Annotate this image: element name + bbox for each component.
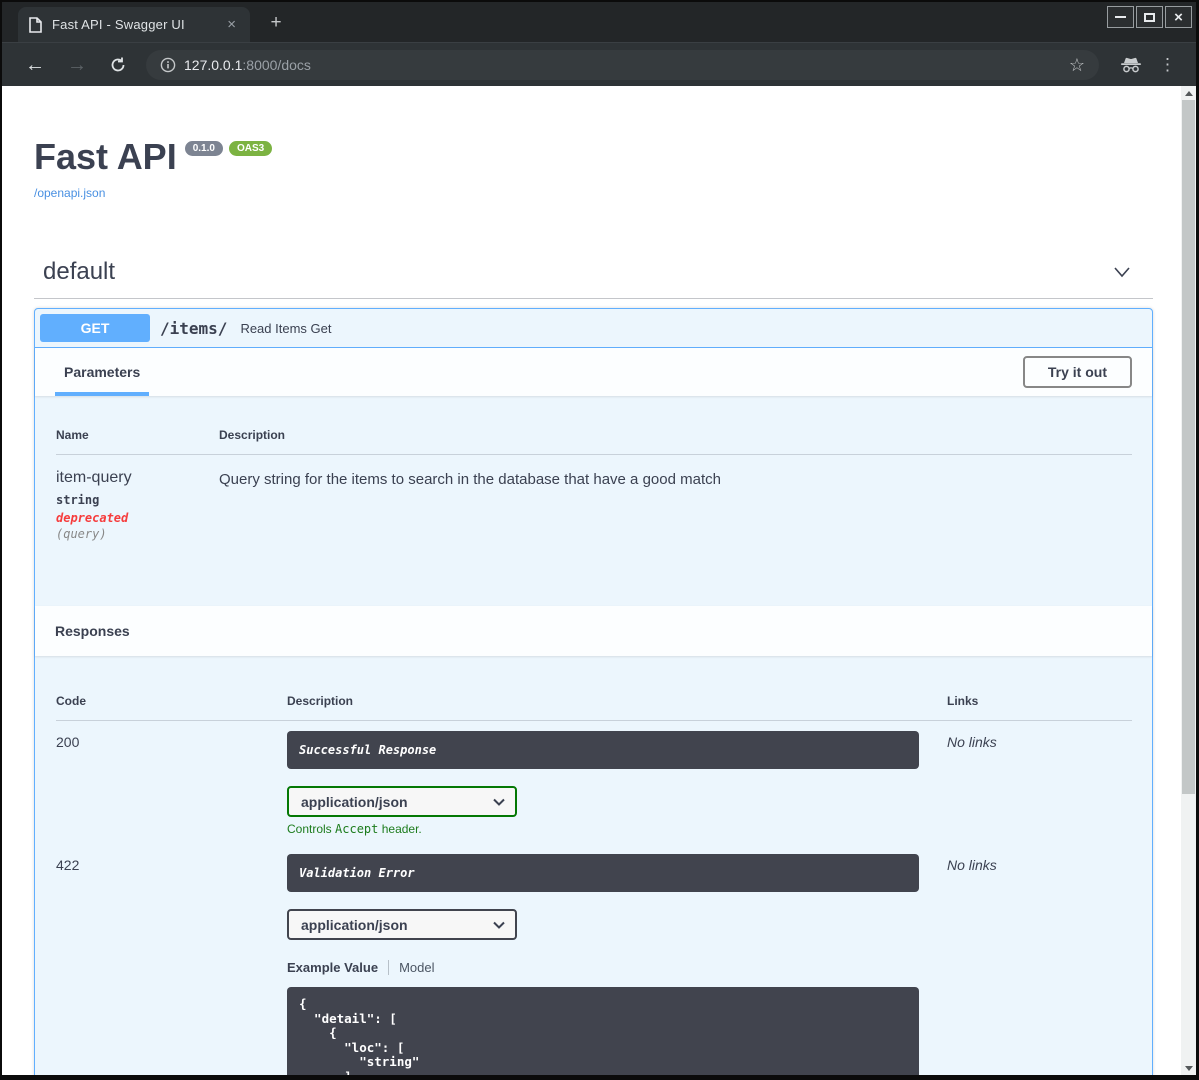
select-chevron-icon — [493, 921, 505, 929]
new-tab-button[interactable]: + — [264, 13, 288, 32]
maximize-icon — [1144, 12, 1155, 22]
operation-description: Read Items Get — [240, 320, 332, 336]
forward-icon[interactable]: → — [67, 55, 87, 75]
operation-block-get-items: GET /items/ Read Items Get Parameters Tr… — [34, 308, 1153, 1075]
col-header-links: Links — [947, 694, 979, 708]
tab-model[interactable]: Model — [399, 960, 434, 975]
operation-path: /items/ — [160, 318, 228, 338]
parameters-title: Parameters — [64, 364, 141, 380]
responses-header: Responses — [35, 606, 1152, 656]
info-icon[interactable] — [160, 57, 176, 73]
swagger-content: Fast API 0.1.0 OAS3 /openapi.json default … — [34, 86, 1153, 1075]
reload-icon[interactable] — [109, 56, 127, 74]
titlebar: Fast API - Swagger UI × + × — [2, 2, 1196, 42]
responses-table: Code Description Links 200 Successful Re… — [35, 656, 1152, 1075]
select-chevron-icon — [493, 798, 505, 806]
menu-kebab-icon[interactable]: ⋮ — [1159, 56, 1176, 73]
response-code: 200 — [56, 734, 80, 750]
parameter-row: item-query string deprecated (query) Que… — [56, 455, 1132, 606]
minimize-icon — [1115, 16, 1126, 18]
response-code: 422 — [56, 857, 80, 873]
page-title: Fast API — [34, 136, 177, 177]
response-links: No links — [947, 857, 997, 873]
browser-window: Fast API - Swagger UI × + × ← → 127.0.0.… — [0, 0, 1199, 1080]
tab-parameters: Parameters — [55, 348, 150, 396]
parameters-table: Name Description item-query string depre… — [35, 396, 1152, 606]
scrollbar-thumb[interactable] — [1182, 100, 1195, 794]
url-host: 127.0.0.1 — [184, 56, 243, 73]
bookmark-star-icon[interactable]: ☆ — [1069, 56, 1085, 74]
response-row-422: 422 Validation Error application/json Ex… — [56, 844, 1132, 1075]
parameter-name: item-query — [56, 469, 132, 486]
example-model-tabs: Example Value Model — [287, 960, 947, 975]
api-info: Fast API 0.1.0 OAS3 /openapi.json — [34, 86, 1153, 200]
tag-title: default — [43, 258, 116, 285]
close-icon: × — [1174, 8, 1183, 26]
url-path: :8000/docs — [242, 56, 311, 73]
accept-header-note: Controls Accept header. — [287, 822, 422, 836]
media-type-select[interactable]: application/json — [287, 786, 517, 817]
chevron-down-icon[interactable] — [1101, 261, 1143, 283]
media-type-select[interactable]: application/json — [287, 909, 517, 940]
parameters-header: Parameters Try it out — [35, 348, 1152, 396]
example-json-code: { "detail": [ { "loc": [ "string" ], "ms… — [287, 987, 919, 1075]
response-description-block: Validation Error — [287, 854, 919, 892]
page-viewport: Fast API 0.1.0 OAS3 /openapi.json default … — [2, 86, 1196, 1075]
scrollbar-down-arrow[interactable] — [1181, 1061, 1196, 1075]
response-description-block: Successful Response — [287, 731, 919, 769]
openapi-spec-link[interactable]: /openapi.json — [34, 186, 1153, 200]
parameter-description: Query string for the items to search in … — [219, 471, 721, 488]
parameter-type: string — [56, 493, 100, 507]
close-window-button[interactable]: × — [1165, 6, 1192, 28]
response-row-200: 200 Successful Response application/json… — [56, 721, 1132, 844]
operation-summary[interactable]: GET /items/ Read Items Get — [35, 309, 1152, 348]
parameter-deprecated-flag: deprecated — [56, 511, 129, 525]
document-icon — [28, 16, 42, 33]
parameter-location: (query) — [56, 527, 107, 541]
col-header-name: Name — [56, 428, 89, 442]
col-header-code: Code — [56, 694, 86, 708]
method-get-button: GET — [40, 314, 150, 342]
page-scrollbar[interactable] — [1181, 86, 1196, 1075]
oas3-badge: OAS3 — [228, 141, 273, 156]
tag-section-header[interactable]: default — [34, 258, 1153, 299]
maximize-button[interactable] — [1136, 6, 1163, 28]
tab-divider — [388, 960, 390, 975]
address-bar[interactable]: 127.0.0.1:8000/docs ☆ — [146, 49, 1099, 80]
browser-toolbar: ← → 127.0.0.1:8000/docs ☆ ⋮ — [2, 42, 1196, 86]
scrollbar-up-arrow[interactable] — [1181, 86, 1196, 100]
tab-close-icon[interactable]: × — [223, 15, 240, 34]
responses-title: Responses — [55, 623, 130, 639]
minimize-button[interactable] — [1107, 6, 1134, 28]
back-icon[interactable]: ← — [25, 55, 45, 75]
tab-example-value[interactable]: Example Value — [287, 960, 378, 975]
tab-title: Fast API - Swagger UI — [52, 17, 185, 32]
version-badge: 0.1.0 — [184, 141, 223, 156]
url-text[interactable]: 127.0.0.1:8000/docs — [184, 57, 311, 73]
response-links: No links — [947, 734, 997, 750]
col-header-resp-description: Description — [287, 694, 354, 708]
active-tab-underline — [55, 392, 150, 396]
incognito-icon — [1119, 57, 1143, 73]
try-it-out-button[interactable]: Try it out — [1022, 356, 1132, 388]
col-header-description: Description — [219, 428, 286, 442]
browser-tab[interactable]: Fast API - Swagger UI × — [18, 7, 250, 42]
window-controls: × — [1105, 6, 1192, 28]
